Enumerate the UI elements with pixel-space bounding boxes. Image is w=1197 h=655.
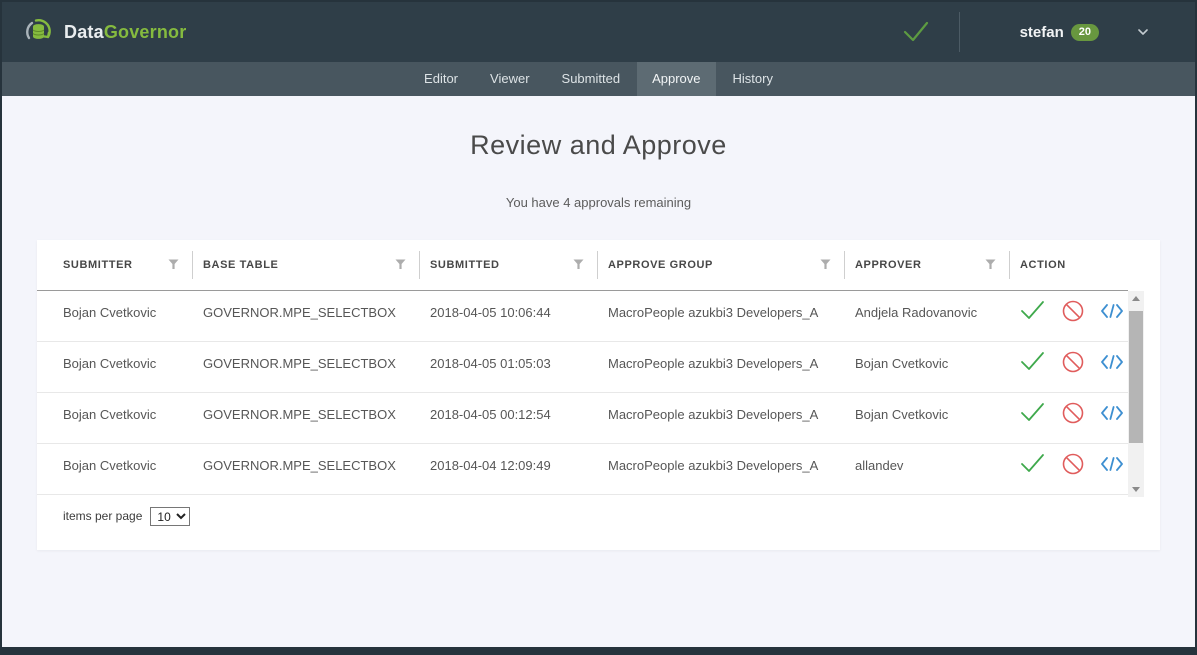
approvals-table: SUBMITTER BASE TABLE SUBMITTED APPROVE G…	[37, 240, 1128, 495]
approvals-table-card: SUBMITTER BASE TABLE SUBMITTED APPROVE G…	[37, 240, 1160, 550]
column-header-submitter: SUBMITTER	[37, 240, 193, 290]
approve-button[interactable]	[1020, 402, 1045, 423]
items-per-page-select[interactable]: 10	[150, 507, 190, 526]
table-footer: items per page 10	[37, 495, 1160, 532]
view-code-button[interactable]	[1101, 405, 1123, 421]
reject-button[interactable]	[1062, 453, 1084, 475]
table-row: Bojan Cvetkovic GOVERNOR.MPE_SELECTBOX 2…	[37, 290, 1128, 341]
cell-submitted: 2018-04-05 10:06:44	[420, 290, 598, 341]
brand-name: DataGovernor	[64, 22, 186, 43]
topbar-right-section: stefan 20	[901, 12, 1195, 52]
user-menu[interactable]: stefan 20	[1020, 24, 1149, 41]
cell-submitter: Bojan Cvetkovic	[37, 392, 193, 443]
tab-history[interactable]: History	[718, 62, 788, 96]
tab-approve[interactable]: Approve	[637, 62, 715, 96]
approvals-remaining-text: You have 4 approvals remaining	[2, 195, 1195, 210]
cell-action	[1010, 341, 1128, 392]
approve-button[interactable]	[1020, 351, 1045, 372]
reject-button[interactable]	[1062, 351, 1084, 373]
filter-icon[interactable]	[820, 259, 831, 270]
cell-approver: Bojan Cvetkovic	[845, 341, 1010, 392]
items-per-page-label: items per page	[63, 509, 142, 523]
cell-submitted: 2018-04-05 01:05:03	[420, 341, 598, 392]
reject-button[interactable]	[1062, 300, 1084, 322]
cell-approver: allandev	[845, 443, 1010, 494]
column-label: SUBMITTED	[430, 259, 500, 271]
column-label: APPROVE GROUP	[608, 259, 713, 271]
cell-approver: Andjela Radovanovic	[845, 290, 1010, 341]
view-code-button[interactable]	[1101, 456, 1123, 472]
cell-base-table: GOVERNOR.MPE_SELECTBOX	[193, 290, 420, 341]
user-name: stefan	[1020, 24, 1064, 41]
cell-submitter: Bojan Cvetkovic	[37, 443, 193, 494]
cell-approve-group: MacroPeople azukbi3 Developers_A	[598, 392, 845, 443]
table-row: Bojan Cvetkovic GOVERNOR.MPE_SELECTBOX 2…	[37, 443, 1128, 494]
scrollbar-thumb[interactable]	[1129, 311, 1143, 443]
cell-approve-group: MacroPeople azukbi3 Developers_A	[598, 443, 845, 494]
table-header-row: SUBMITTER BASE TABLE SUBMITTED APPROVE G…	[37, 240, 1128, 290]
brand-name-data: Data	[64, 22, 104, 42]
view-code-button[interactable]	[1101, 303, 1123, 319]
top-header-bar: DataGovernor stefan 20	[2, 2, 1195, 62]
column-header-submitted: SUBMITTED	[420, 240, 598, 290]
cell-submitted: 2018-04-04 12:09:49	[420, 443, 598, 494]
main-nav-bar: Editor Viewer Submitted Approve History	[2, 62, 1195, 96]
column-label: ACTION	[1020, 259, 1066, 271]
filter-icon[interactable]	[168, 259, 179, 270]
filter-icon[interactable]	[985, 259, 996, 270]
tab-viewer[interactable]: Viewer	[475, 62, 545, 96]
column-label: APPROVER	[855, 259, 922, 271]
approvals-check-icon[interactable]	[901, 20, 931, 44]
cell-base-table: GOVERNOR.MPE_SELECTBOX	[193, 341, 420, 392]
brand-name-governor: Governor	[104, 22, 187, 42]
filter-icon[interactable]	[395, 259, 406, 270]
chevron-down-icon[interactable]	[1137, 28, 1149, 36]
cell-approve-group: MacroPeople azukbi3 Developers_A	[598, 290, 845, 341]
table-body: Bojan Cvetkovic GOVERNOR.MPE_SELECTBOX 2…	[37, 290, 1128, 494]
cell-action	[1010, 443, 1128, 494]
table-row: Bojan Cvetkovic GOVERNOR.MPE_SELECTBOX 2…	[37, 341, 1128, 392]
app-window: DataGovernor stefan 20 Editor Viewer Sub…	[2, 2, 1195, 647]
approve-button[interactable]	[1020, 300, 1045, 321]
column-header-approve-group: APPROVE GROUP	[598, 240, 845, 290]
user-approval-count-badge: 20	[1071, 24, 1099, 41]
tab-submitted[interactable]: Submitted	[547, 62, 636, 96]
brand-logo[interactable]: DataGovernor	[24, 17, 186, 47]
cell-approve-group: MacroPeople azukbi3 Developers_A	[598, 341, 845, 392]
filter-icon[interactable]	[573, 259, 584, 270]
view-code-button[interactable]	[1101, 354, 1123, 370]
column-header-action: ACTION	[1010, 240, 1128, 290]
cell-action	[1010, 290, 1128, 341]
database-logo-icon	[24, 17, 54, 47]
column-header-base-table: BASE TABLE	[193, 240, 420, 290]
approve-button[interactable]	[1020, 453, 1045, 474]
tab-editor[interactable]: Editor	[409, 62, 473, 96]
cell-base-table: GOVERNOR.MPE_SELECTBOX	[193, 443, 420, 494]
column-header-approver: APPROVER	[845, 240, 1010, 290]
cell-base-table: GOVERNOR.MPE_SELECTBOX	[193, 392, 420, 443]
table-scrollbar[interactable]	[1128, 291, 1144, 497]
column-label: SUBMITTER	[63, 259, 133, 271]
page-title: Review and Approve	[2, 130, 1195, 161]
reject-button[interactable]	[1062, 402, 1084, 424]
scrollbar-up-arrow[interactable]	[1128, 291, 1144, 306]
cell-submitted: 2018-04-05 00:12:54	[420, 392, 598, 443]
topbar-divider	[959, 12, 960, 52]
cell-submitter: Bojan Cvetkovic	[37, 341, 193, 392]
cell-submitter: Bojan Cvetkovic	[37, 290, 193, 341]
cell-action	[1010, 392, 1128, 443]
cell-approver: Bojan Cvetkovic	[845, 392, 1010, 443]
column-label: BASE TABLE	[203, 259, 278, 271]
scrollbar-down-arrow[interactable]	[1128, 482, 1144, 497]
table-row: Bojan Cvetkovic GOVERNOR.MPE_SELECTBOX 2…	[37, 392, 1128, 443]
